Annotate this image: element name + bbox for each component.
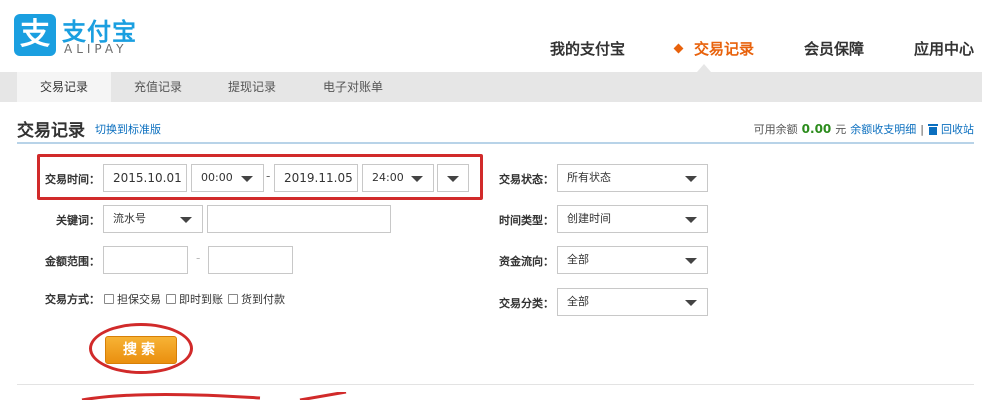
annotation-highlight-rect <box>37 154 483 200</box>
top-header: 支 支付宝 ALIPAY 我的支付宝 交易记录 会员保障 应用中心 <box>0 0 982 72</box>
time-type-label: 时间类型： <box>499 214 554 227</box>
link-separator: | <box>920 122 924 136</box>
logo-english-text: ALIPAY <box>64 42 128 56</box>
main-nav: 我的支付宝 交易记录 会员保障 应用中心 <box>500 36 974 60</box>
active-diamond-icon <box>673 43 684 53</box>
nav-active-pointer-icon <box>697 64 711 72</box>
trade-category-select[interactable]: 全部 <box>557 288 708 316</box>
nav-trade-records-label: 交易记录 <box>693 39 754 58</box>
keyword-type-select[interactable]: 流水号 <box>103 205 203 233</box>
alipay-logo-icon: 支 <box>14 14 56 56</box>
checkbox-cod[interactable] <box>228 294 238 304</box>
switch-standard-link[interactable]: 切换到标准版 <box>95 121 161 137</box>
subnav-withdraw-records[interactable]: 提现记录 <box>205 72 299 102</box>
chevron-down-icon <box>685 258 697 264</box>
option-instant-label: 即时到账 <box>179 293 223 306</box>
panel-bottom-divider <box>17 384 974 385</box>
keyword-type-value: 流水号 <box>113 212 146 225</box>
title-row: 交易记录 切换到标准版 可用余额 0.00 元 余额收支明细 | 回收站 <box>0 112 982 146</box>
chevron-down-icon <box>685 300 697 306</box>
nav-trade-records[interactable]: 交易记录 <box>673 38 754 59</box>
balance-amount: 0.00 <box>801 122 832 136</box>
annotation-highlight-oval <box>89 323 193 374</box>
amount-min-input[interactable] <box>103 246 188 274</box>
checkbox-instant[interactable] <box>166 294 176 304</box>
nav-my-alipay[interactable]: 我的支付宝 <box>550 38 625 59</box>
balance-label: 可用余额 <box>753 123 798 136</box>
keyword-input[interactable] <box>207 205 391 233</box>
option-cod-label: 货到付款 <box>241 293 285 306</box>
balance-unit: 元 <box>835 123 847 136</box>
time-type-select[interactable]: 创建时间 <box>557 205 708 233</box>
option-instant[interactable]: 即时到账 <box>166 291 223 307</box>
trade-status-label: 交易状态： <box>499 173 554 186</box>
trade-status-select[interactable]: 所有状态 <box>557 164 708 192</box>
chevron-down-icon <box>685 217 697 223</box>
amount-range-label: 金额范围： <box>45 255 100 268</box>
chevron-down-icon <box>685 176 697 182</box>
annotation-arrow-icon <box>81 392 347 400</box>
fund-flow-select[interactable]: 全部 <box>557 246 708 274</box>
alipay-logo[interactable]: 支 支付宝 ALIPAY <box>14 12 136 60</box>
trade-category-label: 交易分类： <box>499 297 554 310</box>
subnav-e-statement[interactable]: 电子对账单 <box>306 72 400 102</box>
trade-category-value: 全部 <box>567 295 589 308</box>
trash-icon[interactable] <box>928 123 938 135</box>
chevron-down-icon <box>180 217 192 223</box>
option-guarantee[interactable]: 担保交易 <box>104 291 161 307</box>
trade-status-value: 所有状态 <box>567 171 611 184</box>
trade-method-label: 交易方式： <box>45 293 100 306</box>
page-title: 交易记录 <box>17 121 85 141</box>
keyword-label: 关键词： <box>56 214 100 227</box>
fund-flow-value: 全部 <box>567 253 589 266</box>
trade-method-options: 担保交易 即时到账 货到付款 <box>104 291 290 307</box>
checkbox-guarantee[interactable] <box>104 294 114 304</box>
recycle-bin-link[interactable]: 回收站 <box>941 121 974 137</box>
subnav-trade-records[interactable]: 交易记录 <box>17 72 111 102</box>
option-guarantee-label: 担保交易 <box>117 293 161 306</box>
balance-detail-link[interactable]: 余额收支明细 <box>850 121 916 137</box>
option-cod[interactable]: 货到付款 <box>228 291 285 307</box>
nav-app-center[interactable]: 应用中心 <box>914 38 974 59</box>
sub-nav: 交易记录 充值记录 提现记录 电子对账单 <box>0 72 982 102</box>
subnav-recharge-records[interactable]: 充值记录 <box>111 72 205 102</box>
amount-range-dash: - <box>196 251 201 265</box>
nav-member-protection[interactable]: 会员保障 <box>804 38 864 59</box>
time-type-value: 创建时间 <box>567 212 611 225</box>
fund-flow-label: 资金流向： <box>499 255 554 268</box>
balance-info: 可用余额 0.00 元 余额收支明细 | 回收站 <box>754 121 974 137</box>
amount-max-input[interactable] <box>208 246 293 274</box>
